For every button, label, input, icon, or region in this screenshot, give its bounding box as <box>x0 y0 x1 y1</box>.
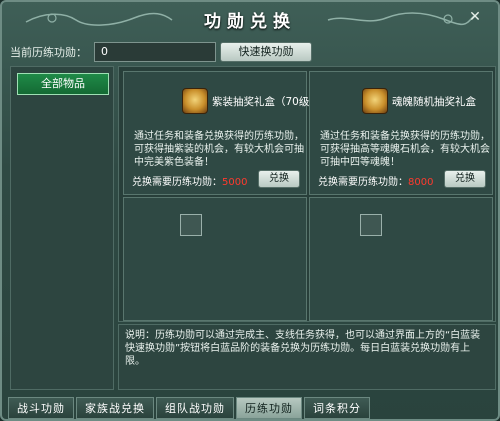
current-merit-label: 当前历练功勋： <box>10 46 87 59</box>
merit-exchange-window: 功勋兑换 ✕ 当前历练功勋： 0 快速换功勋 全部物品 紫装抽奖礼盒（70级） … <box>0 0 500 421</box>
merit-note: 说明：历练功勋可以通过完成主、支线任务获得，也可以通过界面上方的“白蓝装快速换功… <box>118 324 496 390</box>
title-bar: 功勋兑换 ✕ <box>2 2 498 36</box>
tab-family-war-exchange[interactable]: 家族战兑换 <box>76 397 154 419</box>
cloud-swirl-right-decoration <box>327 12 475 26</box>
item-description: 通过任务和装备兑换获得的历练功勋，可获得抽紫装的机会，有较大机会可抽中完美紫色装… <box>134 131 304 168</box>
gift-box-icon[interactable] <box>182 88 208 114</box>
item-name: 魂魄随机抽奖礼盒 <box>392 96 476 108</box>
bottom-tabs: 战斗功勋 家族战兑换 组队战功勋 历练功勋 词条积分 <box>8 397 496 419</box>
current-merit-field: 0 <box>94 42 216 62</box>
quick-exchange-button[interactable]: 快速换功勋 <box>220 42 312 62</box>
item-name: 紫装抽奖礼盒（70级） <box>212 96 320 108</box>
cost-value: 8000 <box>408 177 434 188</box>
window-title: 功勋兑换 <box>204 11 296 32</box>
item-description: 通过任务和装备兑换获得的历练功勋，可获得抽高等魂魄石机会，有较大机会可抽中四等魂… <box>320 131 490 168</box>
item-cost: 兑换需要历练功勋：8000 <box>318 173 433 188</box>
tab-training-merit[interactable]: 历练功勋 <box>236 397 302 419</box>
empty-item-slot[interactable] <box>180 214 202 236</box>
tab-affix-points[interactable]: 词条积分 <box>304 397 370 419</box>
empty-item-slot[interactable] <box>360 214 382 236</box>
exchange-button[interactable]: 兑换 <box>444 170 486 188</box>
item-cost: 兑换需要历练功勋：5000 <box>132 173 247 188</box>
exchange-card: 紫装抽奖礼盒（70级） 通过任务和装备兑换获得的历练功勋，可获得抽紫装的机会，有… <box>123 71 320 195</box>
exchange-card: 魂魄随机抽奖礼盒 通过任务和装备兑换获得的历练功勋，可获得抽高等魂魄石机会，有较… <box>309 71 493 195</box>
cloud-swirl-left-decoration <box>25 12 173 26</box>
exchange-grid: 紫装抽奖礼盒（70级） 通过任务和装备兑换获得的历练功勋，可获得抽紫装的机会，有… <box>118 66 496 322</box>
tab-team-battle-merit[interactable]: 组队战功勋 <box>156 397 234 419</box>
gift-box-icon[interactable] <box>362 88 388 114</box>
tab-battle-merit[interactable]: 战斗功勋 <box>8 397 74 419</box>
empty-exchange-card <box>123 197 307 321</box>
empty-exchange-card <box>309 197 493 321</box>
cost-label: 兑换需要历练功勋： <box>132 177 222 188</box>
exchange-button[interactable]: 兑换 <box>258 170 300 188</box>
close-icon[interactable]: ✕ <box>466 8 484 26</box>
cost-label: 兑换需要历练功勋： <box>318 177 408 188</box>
category-sidebar: 全部物品 <box>10 66 114 390</box>
cost-value: 5000 <box>222 177 248 188</box>
sidebar-item-all[interactable]: 全部物品 <box>17 73 109 95</box>
